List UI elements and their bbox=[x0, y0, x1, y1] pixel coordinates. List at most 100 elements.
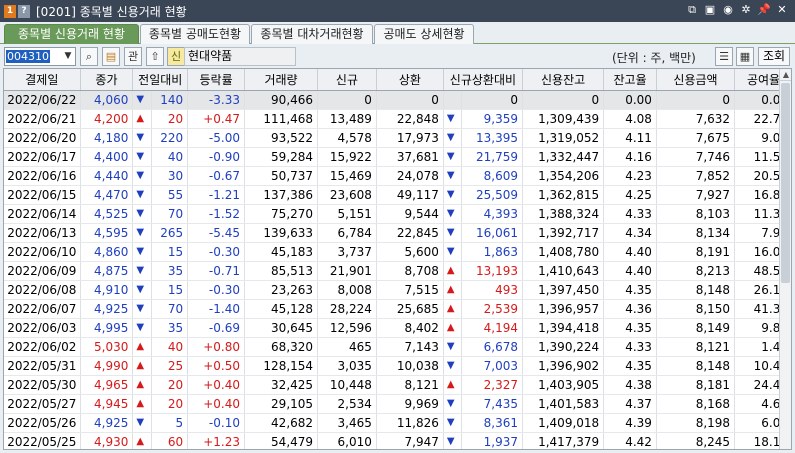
cell-nr: 13,193 bbox=[461, 261, 523, 281]
tab-lending[interactable]: 종목별 대차거래현황 bbox=[251, 24, 373, 44]
cell-amt: 8,245 bbox=[656, 432, 736, 449]
col-amount[interactable]: 신용금액 bbox=[656, 69, 736, 91]
tab-short-detail[interactable]: 공매도 상세현황 bbox=[374, 24, 474, 44]
cell-date: 2022/05/31 bbox=[4, 356, 81, 376]
col-date[interactable]: 결제일 bbox=[4, 69, 81, 91]
cell-close: 4,470 bbox=[80, 185, 134, 205]
link-icon[interactable]: ⧉ bbox=[685, 3, 699, 17]
cell-bal: 0 bbox=[522, 90, 605, 110]
table-row[interactable]: 2022/06/07 4,925 ▼ 70 -1.40 45,128 28,224 25,68… bbox=[4, 299, 791, 319]
cell-nr: 1,863 bbox=[461, 242, 523, 262]
table-row[interactable]: 2022/05/26 4,925 ▼ 5 -0.10 42,682 3,465 11,826 ▼… bbox=[4, 413, 791, 433]
col-rate[interactable]: 등락률 bbox=[187, 69, 245, 91]
table-row[interactable]: 2022/06/08 4,910 ▼ 15 -0.30 23,263 8,008 7,515 ▲… bbox=[4, 280, 791, 300]
cell-vol: 29,105 bbox=[244, 394, 319, 414]
cell-amt: 8,134 bbox=[656, 223, 736, 243]
cell-date: 2022/06/03 bbox=[4, 318, 81, 338]
cell-date: 2022/06/21 bbox=[4, 109, 81, 129]
watch-button[interactable]: 관 bbox=[124, 47, 142, 66]
cell-date: 2022/06/17 bbox=[4, 147, 81, 167]
table-row[interactable]: 2022/06/20 4,180 ▼ 220 -5.00 93,522 4,578 17,97… bbox=[4, 128, 791, 148]
cell-amt: 8,191 bbox=[656, 242, 736, 262]
pin-icon[interactable]: 📌 bbox=[757, 3, 771, 17]
copy-icon[interactable]: ▣ bbox=[703, 3, 717, 17]
close-icon[interactable]: ✕ bbox=[775, 3, 789, 17]
cell-nr: 4,393 bbox=[461, 204, 523, 224]
tab-short-selling[interactable]: 종목별 공매도현황 bbox=[140, 24, 250, 44]
cell-new: 6,010 bbox=[317, 432, 377, 449]
cell-vol: 59,284 bbox=[244, 147, 319, 167]
table-row[interactable]: 2022/06/13 4,595 ▼ 265 -5.45 139,633 6,784 22,8… bbox=[4, 223, 791, 243]
table-row[interactable]: 2022/06/16 4,440 ▼ 30 -0.67 50,737 15,469 24,07… bbox=[4, 166, 791, 186]
table-row[interactable]: 2022/06/09 4,875 ▼ 35 -0.71 85,513 21,901 8,708… bbox=[4, 261, 791, 281]
cell-chg: 265 bbox=[151, 223, 189, 243]
cell-chg: 15 bbox=[151, 242, 189, 262]
search-button[interactable]: 조회 bbox=[758, 47, 790, 66]
cell-amt: 8,168 bbox=[656, 394, 736, 414]
col-close[interactable]: 종가 bbox=[80, 69, 134, 91]
cell-nr-arrow: ▼ bbox=[443, 356, 463, 376]
cell-close: 4,965 bbox=[80, 375, 134, 395]
cell-nr: 7,003 bbox=[461, 356, 523, 376]
cell-amt: 8,181 bbox=[656, 375, 736, 395]
table-row[interactable]: 2022/06/21 4,200 ▲ 20 +0.47 111,468 13,489 22,8… bbox=[4, 109, 791, 129]
cell-rate: +0.40 bbox=[187, 375, 245, 395]
cell-bal: 1,354,206 bbox=[522, 166, 605, 186]
table-row[interactable]: 2022/05/25 4,930 ▲ 60 +1.23 54,479 6,010 7,947 ▼… bbox=[4, 432, 791, 449]
table-row[interactable]: 2022/06/14 4,525 ▼ 70 -1.52 75,270 5,151 9,544 ▼… bbox=[4, 204, 791, 224]
cell-chg: 20 bbox=[151, 109, 189, 129]
cell-repay: 49,117 bbox=[376, 185, 444, 205]
table-row[interactable]: 2022/06/03 4,995 ▼ 35 -0.69 30,645 12,596 8,402… bbox=[4, 318, 791, 338]
table-row[interactable]: 2022/05/31 4,990 ▲ 25 +0.50 128,154 3,035 10,03… bbox=[4, 356, 791, 376]
grid-view-icon[interactable]: ☰ bbox=[715, 47, 733, 66]
cell-nr-arrow: ▼ bbox=[443, 185, 463, 205]
help-icon[interactable]: ? bbox=[18, 4, 30, 18]
chevron-down-icon[interactable]: ▼ bbox=[61, 48, 75, 65]
gear-icon[interactable]: ✲ bbox=[739, 3, 753, 17]
col-new-repay[interactable]: 신규상환대비 bbox=[443, 69, 524, 91]
cell-close: 4,995 bbox=[80, 318, 134, 338]
up-arrow-icon[interactable]: ⇧ bbox=[146, 47, 164, 66]
tab-credit-trading[interactable]: 종목별 신용거래 현황 bbox=[4, 24, 139, 44]
scroll-up-icon[interactable]: ▲ bbox=[780, 69, 791, 81]
folder-icon[interactable]: ▤ bbox=[102, 47, 120, 66]
table-row[interactable]: 2022/05/30 4,965 ▲ 20 +0.40 32,425 10,448 8,121… bbox=[4, 375, 791, 395]
table-row[interactable]: 2022/06/10 4,860 ▼ 15 -0.30 45,183 3,737 5,600 ▼… bbox=[4, 242, 791, 262]
credit-badge: 신 bbox=[167, 47, 185, 66]
col-balance-rate[interactable]: 잔고율 bbox=[603, 69, 657, 91]
camera-icon[interactable]: ◉ bbox=[721, 3, 735, 17]
cell-chg: 140 bbox=[151, 90, 189, 110]
cell-bal: 1,403,905 bbox=[522, 375, 605, 395]
scroll-thumb[interactable] bbox=[781, 83, 790, 283]
cell-date: 2022/06/09 bbox=[4, 261, 81, 281]
cell-rate: -5.00 bbox=[187, 128, 245, 148]
cell-new: 3,465 bbox=[317, 413, 377, 433]
cell-nr: 21,759 bbox=[461, 147, 523, 167]
table-row[interactable]: 2022/05/27 4,945 ▲ 20 +0.40 29,105 2,534 9,969 ▼… bbox=[4, 394, 791, 414]
table-row[interactable]: 2022/06/02 5,030 ▲ 40 +0.80 68,320 465 7,143 ▼ 6,… bbox=[4, 337, 791, 357]
table-row[interactable]: 2022/06/15 4,470 ▼ 55 -1.21 137,386 23,608 49,1… bbox=[4, 185, 791, 205]
cell-repay: 0 bbox=[376, 90, 444, 110]
search-icon[interactable]: ⌕ bbox=[80, 47, 98, 66]
col-new[interactable]: 신규 bbox=[317, 69, 377, 91]
cell-nr-arrow: ▼ bbox=[443, 204, 463, 224]
screen-number-badge[interactable]: 1 bbox=[4, 4, 16, 18]
cell-bal-rate: 4.35 bbox=[603, 318, 657, 338]
cell-close: 4,595 bbox=[80, 223, 134, 243]
col-balance[interactable]: 신용잔고 bbox=[522, 69, 605, 91]
col-volume[interactable]: 거래량 bbox=[244, 69, 319, 91]
col-change[interactable]: 전일대비 bbox=[132, 69, 189, 91]
cell-new: 2,534 bbox=[317, 394, 377, 414]
cell-chg: 70 bbox=[151, 204, 189, 224]
table-row[interactable]: 2022/06/17 4,400 ▼ 40 -0.90 59,284 15,922 37,68… bbox=[4, 147, 791, 167]
col-repay[interactable]: 상환 bbox=[376, 69, 444, 91]
cell-bal-rate: 4.40 bbox=[603, 261, 657, 281]
cell-nr-arrow: ▼ bbox=[443, 147, 463, 167]
stock-code-input[interactable]: 004310 ▼ bbox=[4, 47, 76, 66]
cell-date: 2022/06/10 bbox=[4, 242, 81, 262]
vertical-scrollbar[interactable]: ▲ bbox=[779, 69, 791, 449]
table-row[interactable]: 2022/06/22 4,060 ▼ 140 -3.33 90,466 0 0 0 0 0.00 0 0… bbox=[4, 90, 791, 110]
cell-nr-arrow: ▼ bbox=[443, 432, 463, 449]
cell-nr-arrow bbox=[443, 90, 463, 110]
excel-export-icon[interactable]: ▦ bbox=[736, 47, 754, 66]
